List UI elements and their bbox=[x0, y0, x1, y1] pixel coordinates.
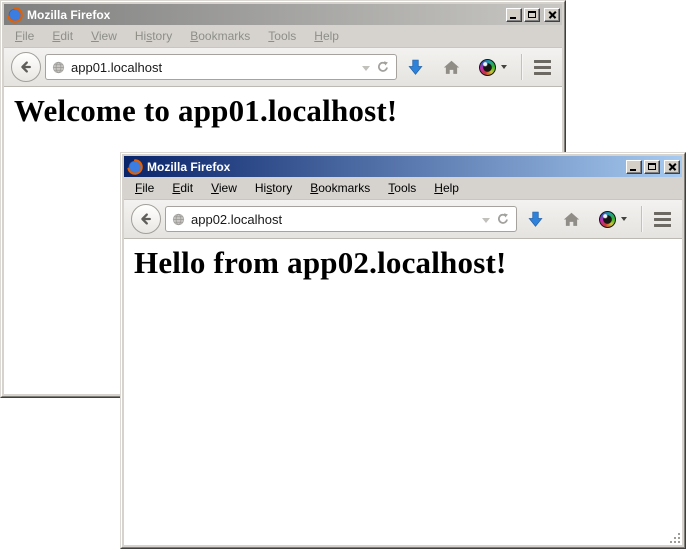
menu-tools[interactable]: Tools bbox=[379, 178, 425, 198]
download-icon bbox=[407, 59, 424, 76]
addon-colorwheel-icon bbox=[599, 211, 616, 228]
menu-history[interactable]: History bbox=[246, 178, 301, 198]
firefox-icon[interactable] bbox=[7, 7, 23, 23]
addon-dropdown-icon[interactable] bbox=[621, 217, 627, 221]
window-title: Mozilla Firefox bbox=[27, 8, 504, 22]
reload-icon[interactable] bbox=[376, 60, 390, 74]
menu-bookmarks[interactable]: Bookmarks bbox=[181, 26, 259, 46]
minimize-button[interactable] bbox=[506, 8, 522, 22]
menubar: File Edit View History Bookmarks Tools H… bbox=[124, 177, 682, 200]
globe-icon bbox=[172, 213, 185, 226]
addon-dropdown-icon[interactable] bbox=[501, 65, 507, 69]
menu-view[interactable]: View bbox=[202, 178, 246, 198]
maximize-button[interactable] bbox=[644, 160, 660, 174]
back-icon bbox=[138, 211, 154, 227]
home-button[interactable] bbox=[443, 59, 460, 76]
page-heading: Welcome to app01.localhost! bbox=[14, 93, 562, 129]
maximize-icon bbox=[528, 11, 536, 18]
close-button[interactable] bbox=[544, 8, 560, 22]
menu-history[interactable]: History bbox=[126, 26, 181, 46]
globe-icon bbox=[52, 61, 65, 74]
close-icon bbox=[548, 10, 557, 19]
menu-hamburger-icon bbox=[654, 212, 671, 215]
resize-grip[interactable] bbox=[670, 533, 682, 545]
addon-colorwheel-icon bbox=[479, 59, 496, 76]
menu-tools[interactable]: Tools bbox=[259, 26, 305, 46]
reload-icon[interactable] bbox=[496, 212, 510, 226]
minimize-icon bbox=[510, 17, 516, 19]
navigation-toolbar bbox=[4, 48, 562, 87]
toolbar-right-group bbox=[407, 54, 551, 80]
url-input[interactable] bbox=[71, 60, 362, 75]
menu-help[interactable]: Help bbox=[425, 178, 468, 198]
firefox-icon[interactable] bbox=[127, 159, 143, 175]
download-icon bbox=[527, 211, 544, 228]
page-heading: Hello from app02.localhost! bbox=[134, 245, 682, 281]
close-icon bbox=[668, 162, 677, 171]
url-input[interactable] bbox=[191, 212, 482, 227]
window-controls bbox=[504, 8, 560, 22]
minimize-icon bbox=[630, 169, 636, 171]
menu-edit[interactable]: Edit bbox=[43, 26, 82, 46]
menu-view[interactable]: View bbox=[82, 26, 126, 46]
addon-button[interactable] bbox=[599, 211, 627, 228]
page-content: Hello from app02.localhost! bbox=[124, 239, 682, 545]
url-bar[interactable] bbox=[165, 206, 517, 232]
titlebar[interactable]: Mozilla Firefox bbox=[124, 156, 682, 177]
urlbar-dropdown-icon[interactable] bbox=[482, 218, 490, 223]
toolbar-right-group bbox=[527, 206, 671, 232]
maximize-button[interactable] bbox=[524, 8, 540, 22]
menu-help[interactable]: Help bbox=[305, 26, 348, 46]
urlbar-dropdown-icon[interactable] bbox=[362, 66, 370, 71]
menu-file[interactable]: File bbox=[126, 178, 163, 198]
download-button[interactable] bbox=[407, 59, 424, 76]
window-frame: Mozilla Firefox File Edit View History B… bbox=[121, 153, 685, 548]
window-title: Mozilla Firefox bbox=[147, 160, 624, 174]
menu-bookmarks[interactable]: Bookmarks bbox=[301, 178, 379, 198]
addon-button[interactable] bbox=[479, 59, 507, 76]
back-button[interactable] bbox=[131, 204, 161, 234]
window-controls bbox=[624, 160, 680, 174]
maximize-icon bbox=[648, 163, 656, 170]
close-button[interactable] bbox=[664, 160, 680, 174]
home-button[interactable] bbox=[563, 211, 580, 228]
menu-edit[interactable]: Edit bbox=[163, 178, 202, 198]
back-icon bbox=[18, 59, 34, 75]
menubar: File Edit View History Bookmarks Tools H… bbox=[4, 25, 562, 48]
back-button[interactable] bbox=[11, 52, 41, 82]
download-button[interactable] bbox=[527, 211, 544, 228]
menu-button[interactable] bbox=[654, 210, 671, 228]
toolbar-separator bbox=[521, 54, 522, 80]
menu-file[interactable]: File bbox=[6, 26, 43, 46]
titlebar[interactable]: Mozilla Firefox bbox=[4, 4, 562, 25]
window-app02: Mozilla Firefox File Edit View History B… bbox=[120, 152, 686, 549]
navigation-toolbar bbox=[124, 200, 682, 239]
toolbar-separator bbox=[641, 206, 642, 232]
minimize-button[interactable] bbox=[626, 160, 642, 174]
url-bar[interactable] bbox=[45, 54, 397, 80]
menu-hamburger-icon bbox=[534, 60, 551, 63]
menu-button[interactable] bbox=[534, 58, 551, 76]
